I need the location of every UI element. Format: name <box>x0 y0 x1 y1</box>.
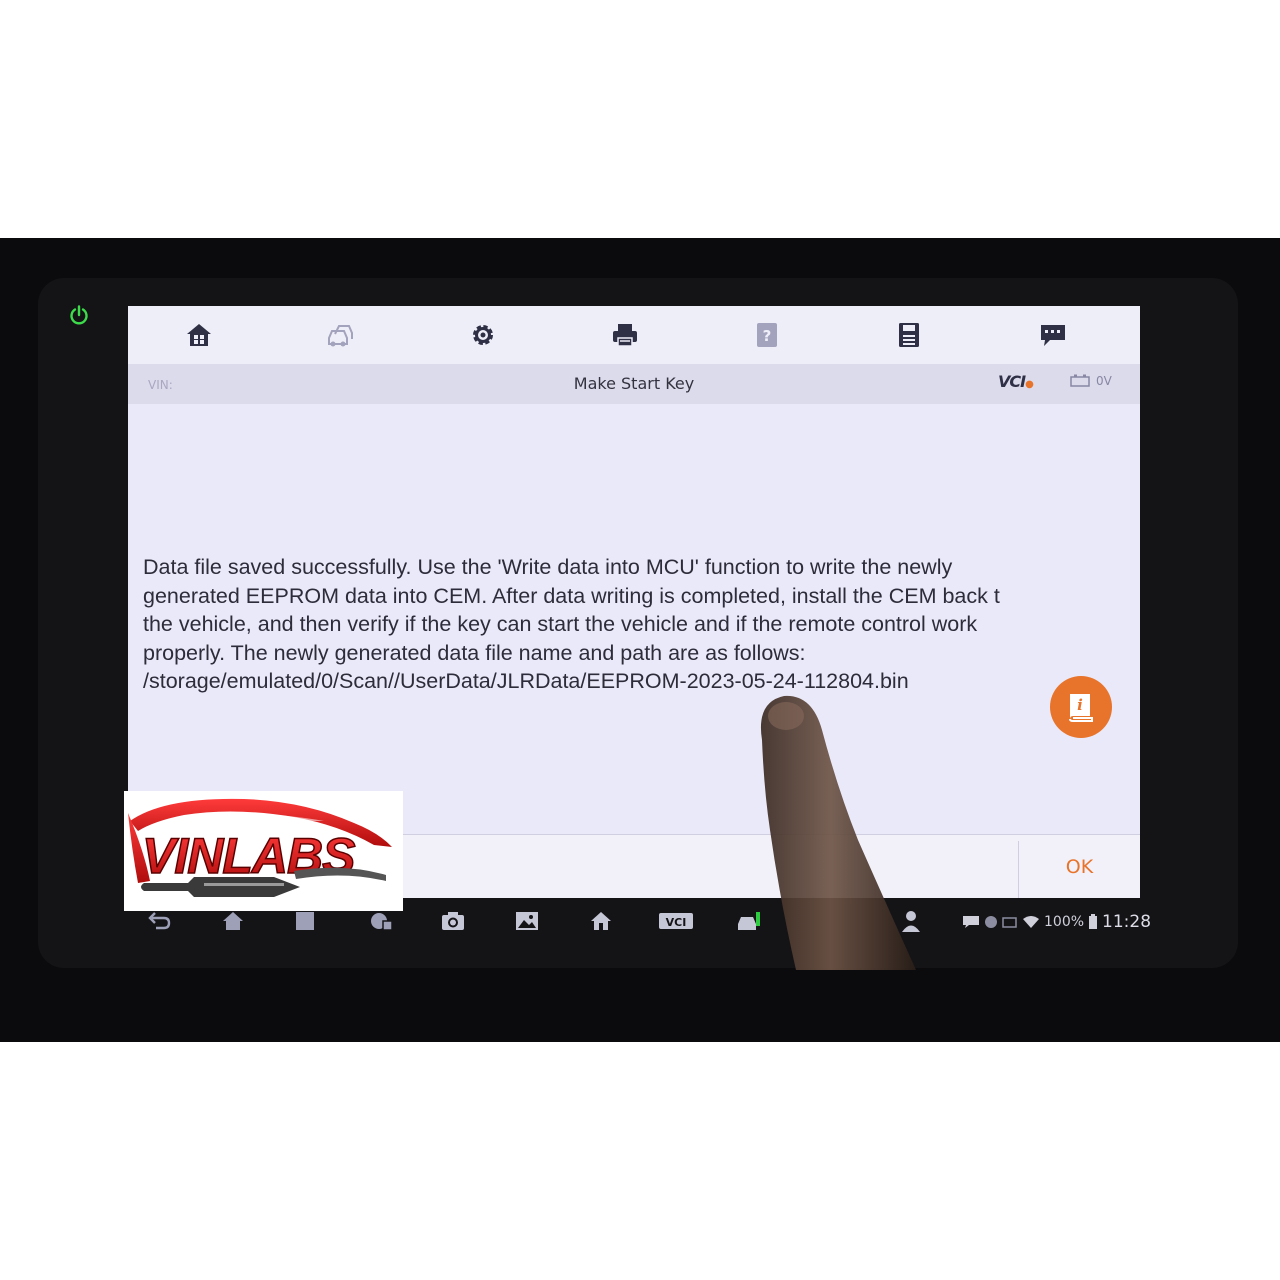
voltage-readout: 0V <box>1096 374 1112 388</box>
file-path-line: /storage/emulated/0/Scan//UserData/JLRDa… <box>143 669 909 693</box>
car-battery-icon <box>1070 374 1090 387</box>
vci-status-label: VCI <box>998 372 1026 391</box>
camera-icon[interactable] <box>440 908 468 934</box>
message-line: Data file saved successfully. Use the 'W… <box>143 555 953 579</box>
image-viewer-icon[interactable] <box>514 908 542 934</box>
message-line: generated EEPROM data into CEM. After da… <box>143 583 1000 608</box>
diagnostics-home-icon[interactable] <box>588 908 616 934</box>
save-icon[interactable] <box>892 320 926 350</box>
vehicle-nav-icon[interactable] <box>736 908 764 934</box>
info-book-icon: i <box>1069 694 1093 722</box>
top-toolbar: ? <box>128 306 1140 365</box>
title-bar: VIN: Make Start Key VCI● 0V <box>128 364 1140 404</box>
ok-button[interactable]: OK <box>1019 835 1140 898</box>
message-area: Data file saved successfully. Use the 'W… <box>128 404 1140 834</box>
power-icon[interactable] <box>68 304 90 326</box>
info-manual-button[interactable]: i <box>1050 676 1112 738</box>
device-frame: ? VIN: Make Start Key VCI● 0V Data file … <box>0 238 1280 1042</box>
svg-text:?: ? <box>763 327 772 345</box>
vci-nav-label: VCI <box>666 916 687 929</box>
vci-manager-icon[interactable]: VCI <box>658 908 694 934</box>
clock: 11:28 <box>1102 912 1152 932</box>
user-icon[interactable] <box>898 908 926 934</box>
status-bar: 100% 11:28 <box>962 910 1151 934</box>
page-title: Make Start Key <box>573 374 695 393</box>
vehicle-icon[interactable] <box>323 320 357 350</box>
settings-icon[interactable] <box>466 320 500 350</box>
help-icon[interactable]: ? <box>750 320 784 350</box>
print-icon[interactable] <box>608 320 642 350</box>
battery-percent: 100% <box>1044 914 1085 930</box>
message-line: properly. The newly generated data file … <box>143 640 806 665</box>
wifi-icon <box>1023 916 1039 928</box>
svg-text:i: i <box>1077 696 1083 714</box>
feedback-icon[interactable] <box>1036 320 1070 350</box>
home-nav-icon[interactable] <box>220 908 248 934</box>
battery-icon <box>1089 914 1098 929</box>
back-icon[interactable] <box>146 908 174 934</box>
screen-capture-icon[interactable] <box>368 908 396 934</box>
signal-icon <box>1002 917 1017 928</box>
result-message: Data file saved successfully. Use the 'W… <box>143 553 1088 696</box>
vinlabs-logo: VINLABS <box>124 791 403 911</box>
sync-icon <box>985 916 997 928</box>
recent-apps-icon[interactable] <box>292 908 320 934</box>
notification-icon <box>963 916 979 928</box>
vci-status-badge: VCI● <box>998 372 1034 391</box>
home-icon[interactable] <box>182 320 216 350</box>
message-line: the vehicle, and then verify if the key … <box>143 612 978 636</box>
